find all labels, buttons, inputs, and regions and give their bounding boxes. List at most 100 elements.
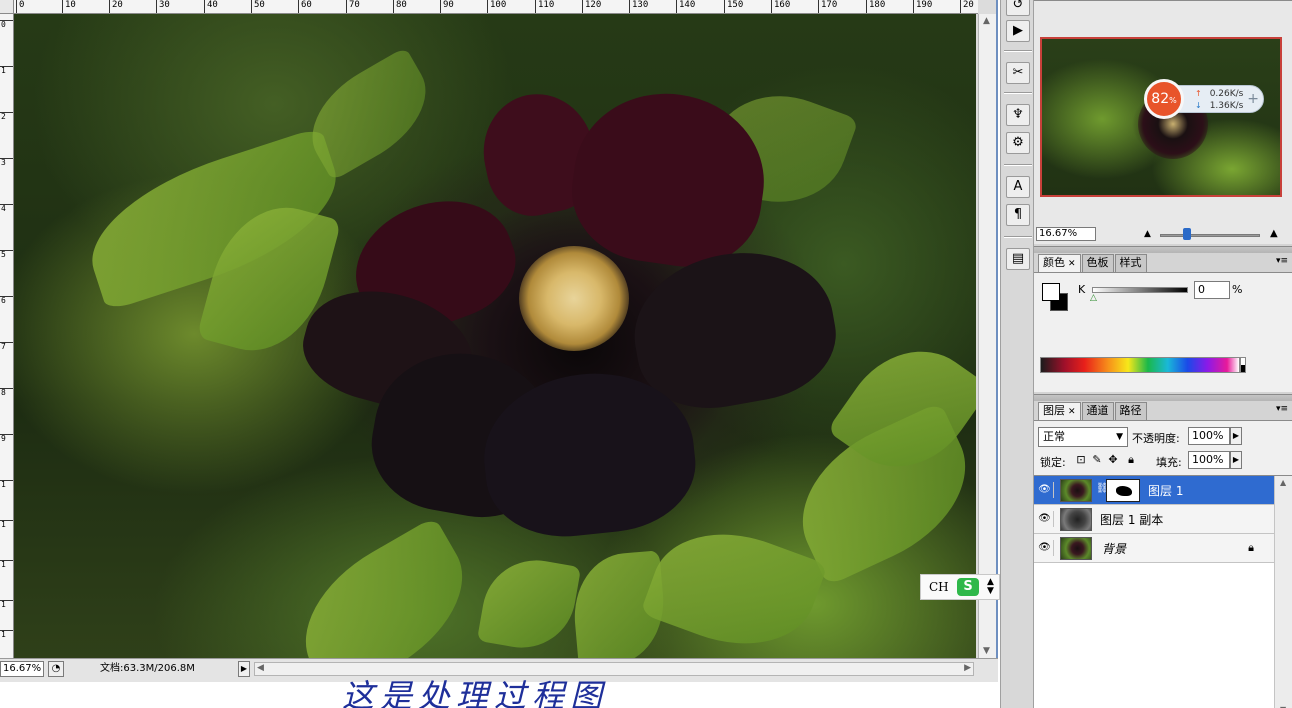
lock-all-icon[interactable]: 🔒︎ <box>1124 453 1138 467</box>
color-spectrum-bar[interactable] <box>1040 357 1240 373</box>
k-channel-slider[interactable] <box>1092 287 1188 293</box>
navigator-zoom-slider[interactable] <box>1160 234 1260 237</box>
tool-separator <box>1004 164 1032 166</box>
ruler-tick: 1 <box>0 480 13 490</box>
tool-presets-icon[interactable]: ✂ <box>1006 62 1030 84</box>
layer-name[interactable]: 图层 1 副本 <box>1100 513 1163 527</box>
lock-position-icon[interactable]: ✥ <box>1106 453 1120 466</box>
layer-mask-thumbnail[interactable] <box>1106 479 1140 502</box>
eye-icon[interactable]: 👁︎ <box>1036 540 1054 556</box>
actions-play-icon[interactable]: ▶ <box>1006 20 1030 42</box>
ruler-tick: 180 <box>866 0 885 13</box>
layer-thumbnail[interactable] <box>1060 479 1092 502</box>
horizontal-ruler[interactable]: 0 10 20 30 40 50 60 70 80 90 100 110 120… <box>14 0 978 14</box>
blend-mode-select[interactable]: 正常 ▼ <box>1038 427 1128 447</box>
panel-grip[interactable] <box>1034 247 1292 253</box>
tab-layers[interactable]: 图层 ✕ <box>1038 402 1081 420</box>
download-speed: ↓ 1.36K/s <box>1195 101 1243 111</box>
expand-plus-icon[interactable]: + <box>1247 91 1259 107</box>
tab-paths[interactable]: 路径 <box>1114 402 1147 420</box>
ruler-tick: 8 <box>0 388 13 398</box>
chevron-down-icon: ▼ <box>1116 432 1123 442</box>
tab-styles[interactable]: 样式 <box>1114 254 1147 272</box>
ruler-tick: 5 <box>0 250 13 260</box>
layers-panel-tabs: 图层 ✕ 通道 路径 <box>1038 402 1148 420</box>
layer-row[interactable]: 👁︎ 背景 🔒︎ <box>1034 534 1274 563</box>
scroll-right-icon[interactable]: ▶ <box>964 663 971 673</box>
ime-menu-icon[interactable]: ▲ ▼ <box>987 578 994 596</box>
status-preview-icon[interactable]: ◔ <box>48 661 64 677</box>
layers-panel: 图层 ✕ 通道 路径 ▾≡ 正常 ▼ 不透明度: 100% ▶ 锁定: ⊡ ✎ ✥ 🔒︎… <box>1034 394 1292 708</box>
leaf <box>476 551 582 657</box>
close-icon[interactable]: ✕ <box>1068 407 1076 417</box>
image-canvas[interactable] <box>14 14 976 658</box>
network-speed-widget[interactable]: ↑ 0.26K/s ↓ 1.36K/s + 82% <box>1144 79 1266 119</box>
foreground-color-swatch[interactable] <box>1042 283 1060 301</box>
lock-transparent-icon[interactable]: ⊡ <box>1074 453 1088 466</box>
layer-controls: 正常 ▼ 不透明度: 100% ▶ 锁定: ⊡ ✎ ✥ 🔒︎ 填充: 100% ▶ <box>1034 421 1292 473</box>
navigator-thumbnail[interactable]: ↑ 0.26K/s ↓ 1.36K/s + 82% <box>1040 37 1282 197</box>
layer-comps-icon[interactable]: ▤ <box>1006 248 1030 270</box>
zoom-level-field[interactable]: 16.67% <box>0 661 44 677</box>
brushes-icon[interactable]: ♆ <box>1006 104 1030 126</box>
layer-thumbnail[interactable] <box>1060 508 1092 531</box>
opacity-field[interactable]: 100% <box>1188 427 1230 445</box>
slider-thumb-icon[interactable]: △ <box>1090 293 1097 303</box>
ruler-tick: 150 <box>724 0 743 13</box>
vertical-ruler[interactable]: 0 1 2 3 4 5 6 7 8 9 1 1 1 1 1 <box>0 14 14 658</box>
navigator-zoom-field[interactable]: 16.67% <box>1036 227 1096 241</box>
ruler-tick: 7 <box>0 342 13 352</box>
navigator-slider-thumb[interactable] <box>1183 228 1191 240</box>
clone-source-icon[interactable]: ⚙ <box>1006 132 1030 154</box>
scroll-up-icon[interactable]: ▲ <box>1280 478 1286 487</box>
tab-label: 图层 <box>1043 404 1065 417</box>
horizontal-scrollbar[interactable]: ◀ ▶ <box>254 662 974 676</box>
panel-menu-icon[interactable]: ▾≡ <box>1276 256 1288 266</box>
black-white-swatch[interactable] <box>1240 357 1246 373</box>
scroll-left-icon[interactable]: ◀ <box>257 663 264 673</box>
eye-icon[interactable]: 👁︎ <box>1036 511 1054 527</box>
layer-name[interactable]: 图层 1 <box>1148 484 1183 498</box>
status-menu-arrow-icon[interactable]: ▶ <box>238 661 250 677</box>
layer-row[interactable]: 👁︎ ⛓ 图层 1 <box>1034 476 1274 505</box>
lock-image-icon[interactable]: ✎ <box>1090 453 1104 466</box>
caption-text: 这是处理过程图 <box>342 677 609 708</box>
zoom-out-icon[interactable]: ▲ <box>1144 229 1151 239</box>
navigator-panel: ↑ 0.26K/s ↓ 1.36K/s + 82% 16.67% ▲ ▲ <box>1034 0 1292 244</box>
ruler-tick: 1 <box>0 66 13 76</box>
layer-thumbnail[interactable] <box>1060 537 1092 560</box>
tab-color[interactable]: 颜色 ✕ <box>1038 254 1081 272</box>
input-method-bar[interactable]: CH S ▲ ▼ <box>920 574 1000 600</box>
opacity-slider-arrow-icon[interactable]: ▶ <box>1230 427 1242 445</box>
ime-logo-icon[interactable]: S <box>957 578 979 596</box>
layers-scrollbar[interactable]: ▲ ▼ <box>1274 476 1292 708</box>
ruler-tick: 80 <box>393 0 407 13</box>
ruler-tick: 0 <box>16 0 24 13</box>
layer-name[interactable]: 背景 <box>1102 542 1126 556</box>
scroll-up-icon[interactable]: ▲ <box>983 16 990 26</box>
k-value-field[interactable]: 0 <box>1194 281 1230 299</box>
tab-channels[interactable]: 通道 <box>1081 402 1114 420</box>
memory-usage-circle[interactable]: 82% <box>1144 79 1184 119</box>
ruler-tick: 40 <box>204 0 218 13</box>
paragraph-icon[interactable]: ¶ <box>1006 204 1030 226</box>
panel-grip[interactable] <box>1034 395 1292 401</box>
close-icon[interactable]: ✕ <box>1068 259 1076 269</box>
ime-language-label[interactable]: CH <box>929 580 949 594</box>
ruler-tick: 110 <box>535 0 554 13</box>
layer-row[interactable]: 👁︎ 图层 1 副本 <box>1034 505 1274 534</box>
zoom-in-icon[interactable]: ▲ <box>1270 228 1278 239</box>
scroll-down-icon[interactable]: ▼ <box>983 646 990 656</box>
eye-icon[interactable]: 👁︎ <box>1036 482 1054 498</box>
character-icon[interactable]: A <box>1006 176 1030 198</box>
fill-field[interactable]: 100% <box>1188 451 1230 469</box>
history-icon[interactable]: ↺ <box>1006 0 1030 16</box>
color-panel-body: K △ 0 % <box>1034 272 1292 392</box>
tab-swatches[interactable]: 色板 <box>1081 254 1114 272</box>
ruler-tick: 6 <box>0 296 13 306</box>
vertical-scrollbar[interactable]: ▲ ▼ <box>978 14 996 658</box>
panel-menu-icon[interactable]: ▾≡ <box>1276 404 1288 414</box>
ruler-tick: 20 <box>960 0 974 13</box>
ruler-origin[interactable] <box>0 0 14 14</box>
fill-slider-arrow-icon[interactable]: ▶ <box>1230 451 1242 469</box>
